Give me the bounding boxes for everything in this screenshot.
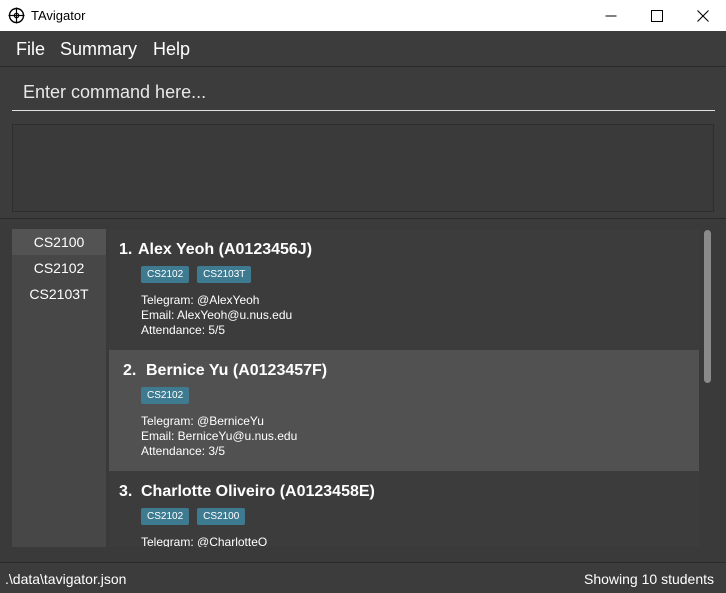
minimize-button[interactable] [588, 0, 634, 31]
module-item[interactable]: CS2103T [12, 281, 106, 307]
module-tag: CS2103T [197, 266, 252, 283]
student-card[interactable]: 1. Alex Yeoh (A0123456J) CS2102 CS2103T … [109, 229, 699, 350]
main-panel: CS2100 CS2102 CS2103T 1. Alex Yeoh (A012… [0, 219, 726, 562]
command-input[interactable] [12, 75, 715, 111]
status-bar: .\data\tavigator.json Showing 10 student… [0, 562, 726, 593]
data-file-path: .\data\tavigator.json [5, 571, 127, 587]
title-bar: TAvigator [0, 0, 726, 31]
student-email: Email: BerniceYu@u.nus.edu [141, 429, 298, 443]
scrollbar-thumb[interactable] [704, 230, 711, 383]
module-item[interactable]: CS2100 [12, 229, 106, 255]
student-telegram: Telegram: @CharlotteO [141, 535, 268, 547]
student-index: 3. [119, 483, 133, 500]
module-item[interactable]: CS2102 [12, 255, 106, 281]
student-card[interactable]: 3. Charlotte Oliveiro (A0123458E) CS2102… [109, 471, 699, 547]
close-icon [697, 9, 709, 22]
student-index: 2. [123, 362, 137, 379]
maximize-button[interactable] [634, 0, 680, 31]
command-box [0, 67, 726, 117]
student-name: Alex Yeoh (A0123456J) [138, 241, 313, 258]
student-email: Email: AlexYeoh@u.nus.edu [141, 308, 293, 322]
minimize-icon [605, 15, 617, 16]
module-tag: CS2102 [141, 508, 190, 525]
student-telegram: Telegram: @AlexYeoh [141, 293, 260, 307]
student-card[interactable]: 2. Bernice Yu (A0123457F) CS2102 Telegra… [109, 350, 699, 471]
module-list: CS2100 CS2102 CS2103T [12, 229, 106, 547]
student-telegram: Telegram: @BerniceYu [141, 414, 264, 428]
module-tag: CS2102 [141, 266, 190, 283]
module-tag: CS2100 [197, 508, 246, 525]
student-name: Bernice Yu (A0123457F) [146, 362, 328, 379]
menu-summary[interactable]: Summary [60, 39, 137, 60]
helm-icon [8, 7, 25, 24]
student-index: 1. [119, 241, 133, 258]
student-name: Charlotte Oliveiro (A0123458E) [141, 483, 375, 500]
close-button[interactable] [680, 0, 726, 31]
menu-bar: File Summary Help [0, 31, 726, 67]
student-attendance: Attendance: 3/5 [141, 444, 226, 458]
window-title: TAvigator [31, 8, 86, 23]
menu-file[interactable]: File [16, 39, 45, 60]
student-list: 1. Alex Yeoh (A0123456J) CS2102 CS2103T … [109, 229, 699, 547]
maximize-icon [651, 9, 663, 22]
student-list-scrollbar[interactable] [702, 229, 712, 547]
student-attendance: Attendance: 5/5 [141, 323, 226, 337]
result-display-pane [0, 117, 726, 219]
module-tag: CS2102 [141, 387, 190, 404]
student-count: Showing 10 students [584, 571, 714, 587]
result-display[interactable] [12, 124, 714, 212]
menu-help[interactable]: Help [153, 39, 190, 60]
